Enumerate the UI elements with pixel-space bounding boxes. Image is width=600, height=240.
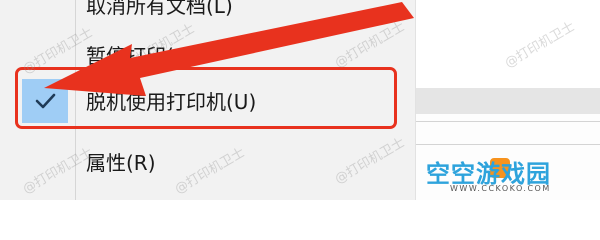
- menu-item-cancel-all[interactable]: 取消所有文档(L): [0, 0, 415, 22]
- menu-item-label: 取消所有文档(L): [86, 0, 233, 18]
- background-window-bar: [416, 88, 600, 114]
- callout-highlight-frame: [15, 67, 397, 129]
- menu-item-label: 属性(R): [86, 151, 156, 175]
- watermark: @打印机卫士: [502, 19, 578, 72]
- brand-logo: 空空游戏园 WWW.CCKOKO.COM: [424, 152, 600, 200]
- brand-url: WWW.CCKOKO.COM: [450, 184, 551, 193]
- background-window-divider: [416, 144, 600, 145]
- background-window-divider: [416, 121, 600, 122]
- menu-item-properties[interactable]: 属性(R): [0, 140, 415, 180]
- menu-item-label: 暂停打印(A): [86, 44, 196, 68]
